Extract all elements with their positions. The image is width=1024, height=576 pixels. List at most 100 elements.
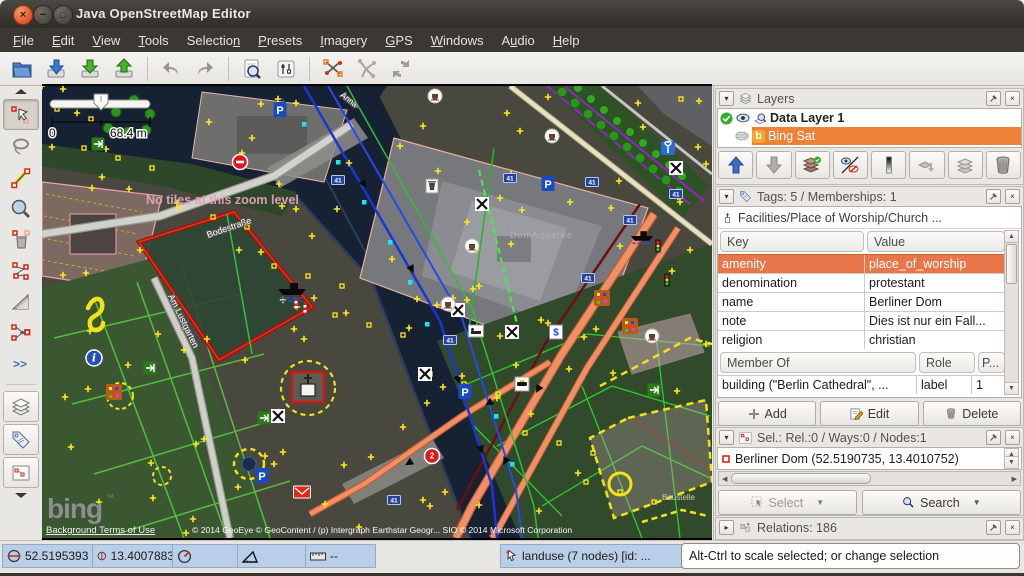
combine-way-button[interactable]	[352, 55, 382, 83]
layer-visibility-button[interactable]	[833, 151, 868, 179]
split-way-button[interactable]	[318, 55, 348, 83]
tag-row[interactable]: nameBerliner Dom	[718, 292, 1007, 311]
menu-presets[interactable]: Presets	[249, 31, 311, 50]
selection-spinner[interactable]: ▲ ▼	[1004, 448, 1019, 469]
tags-vertical-scrollbar[interactable]: ▲ ▼	[1004, 230, 1019, 395]
berliner-dom-marker[interactable]	[292, 372, 324, 402]
scroll-left-arrow[interactable]: ◀	[719, 475, 730, 483]
stick-panel-icon[interactable]	[986, 189, 1001, 204]
menu-edit[interactable]: Edit	[43, 31, 83, 50]
download-osm-data-button[interactable]	[41, 55, 71, 83]
tag-row[interactable]: amenityplace_of_worship	[718, 254, 1007, 273]
key-column-header[interactable]: Key	[720, 231, 864, 252]
close-panel-icon[interactable]: ×	[1005, 189, 1020, 204]
membership-row[interactable]: building ("Berlin Cathedral", ... label …	[718, 375, 1007, 394]
menu-windows[interactable]: Windows	[422, 31, 493, 50]
visible-eye-icon[interactable]	[736, 113, 750, 123]
selection-actions: Select ▼ Search ▼	[716, 487, 1023, 518]
minimize-button[interactable]: −	[33, 5, 53, 25]
scroll-down-arrow[interactable]: ▼	[1005, 382, 1018, 394]
add-tag-button[interactable]: Add	[718, 401, 816, 426]
close-panel-icon[interactable]: ×	[1005, 430, 1020, 445]
layer-row-bing[interactable]: b Bing Sat	[718, 127, 1021, 145]
stick-panel-icon[interactable]	[986, 430, 1001, 445]
selection-list-item[interactable]: Berliner Dom (52.5190735, 13.4010752)	[718, 448, 1007, 469]
layers-toggle-button[interactable]	[3, 391, 39, 422]
hidden-eye-icon[interactable]	[735, 131, 749, 141]
edit-tag-button[interactable]: Edit	[820, 401, 918, 426]
redo-button[interactable]	[190, 55, 220, 83]
menu-selection[interactable]: Selection	[178, 31, 249, 50]
role-column-header[interactable]: Role	[919, 352, 975, 373]
imagery-attribution: © 2014 GeoEye © GeoContent / (p) Intergr…	[192, 525, 572, 535]
preferences-button[interactable]	[271, 55, 301, 83]
menu-tools[interactable]: Tools	[129, 31, 177, 50]
refresh-button[interactable]	[386, 55, 416, 83]
layer-move-down-button[interactable]	[756, 151, 791, 179]
position-column-header[interactable]: P...	[978, 352, 1005, 373]
layer-row-data[interactable]: Data Layer 1	[718, 109, 1021, 127]
collapse-layers-button[interactable]: ▾	[719, 91, 734, 106]
tag-row[interactable]: denominationprotestant	[718, 273, 1007, 292]
layer-opacity-button[interactable]	[871, 151, 906, 179]
collapse-selection-button[interactable]: ▾	[719, 430, 734, 445]
menu-audio[interactable]: Audio	[492, 31, 543, 50]
preset-link[interactable]: Facilities/Place of Worship/Church ...	[718, 207, 1021, 229]
menu-gps[interactable]: GPS	[376, 31, 421, 50]
undo-button[interactable]	[156, 55, 186, 83]
layer-merge-button[interactable]	[909, 151, 944, 179]
unglue-button[interactable]	[4, 256, 38, 285]
svg-text:41: 41	[672, 191, 680, 198]
more-tools-button[interactable]: >>	[4, 349, 38, 378]
map-canvas[interactable]: P P P P	[42, 84, 712, 540]
layer-delete-button[interactable]	[986, 151, 1021, 179]
stick-panel-icon[interactable]	[986, 91, 1001, 106]
menu-view[interactable]: View	[83, 31, 129, 50]
scroll-right-arrow[interactable]: ▶	[1009, 475, 1020, 483]
longitude-icon	[97, 549, 107, 563]
zoom-button[interactable]	[4, 194, 38, 223]
menu-help[interactable]: Help	[544, 31, 589, 50]
dropdown-arrow-icon[interactable]: ▼	[816, 498, 824, 507]
scrollbar-thumb[interactable]	[731, 473, 870, 484]
selection-panel-title: Sel.: Rel.:0 / Ways:0 / Nodes:1	[757, 431, 927, 445]
close-panel-icon[interactable]: ×	[1005, 520, 1020, 535]
stick-panel-icon[interactable]	[986, 520, 1001, 535]
menu-imagery[interactable]: Imagery	[311, 31, 376, 50]
selection-hscrollbar[interactable]: ◀ ▶	[718, 471, 1021, 486]
select-button[interactable]	[3, 99, 39, 130]
layer-move-up-button[interactable]	[718, 151, 753, 179]
delete-tag-button[interactable]: Delete	[923, 401, 1021, 426]
merge-nodes-button[interactable]	[4, 318, 38, 347]
search-button[interactable]: Search ▼	[862, 490, 1021, 515]
layer-activate-button[interactable]	[795, 151, 830, 179]
member-of-column-header[interactable]: Member Of	[720, 352, 916, 373]
tags-toggle-button[interactable]	[3, 424, 39, 455]
scroll-up-arrow[interactable]: ▲	[1005, 231, 1018, 243]
collapse-tags-button[interactable]: ▾	[719, 189, 734, 204]
close-button[interactable]: ×	[13, 5, 33, 25]
layer-duplicate-button[interactable]	[948, 151, 983, 179]
terms-of-use-link[interactable]: Background Terms of Use	[46, 525, 155, 536]
expand-relations-button[interactable]: ▸	[719, 520, 734, 535]
search-presets-button[interactable]	[237, 55, 267, 83]
select-button[interactable]: Select ▼	[718, 490, 857, 515]
scrollbar-thumb[interactable]	[1006, 244, 1017, 284]
tag-row[interactable]: noteDies ist nur ein Fall...	[718, 311, 1007, 330]
dropdown-arrow-icon[interactable]: ▼	[973, 498, 981, 507]
value-column-header[interactable]: Value	[867, 231, 1005, 252]
scroll-up-button[interactable]	[4, 86, 38, 98]
draw-node-button[interactable]	[4, 163, 38, 192]
upload-button[interactable]	[109, 55, 139, 83]
tag-row[interactable]: religionchristian	[718, 330, 1007, 349]
open-button[interactable]	[7, 55, 37, 83]
close-panel-icon[interactable]: ×	[1005, 91, 1020, 106]
lasso-button[interactable]	[4, 132, 38, 161]
spin-down-arrow[interactable]: ▼	[1005, 456, 1018, 468]
scroll-down-button[interactable]	[4, 489, 38, 501]
menu-file[interactable]: File	[4, 31, 43, 50]
download-button[interactable]	[75, 55, 105, 83]
angle-ruler-button[interactable]	[4, 287, 38, 316]
delete-node-button[interactable]	[4, 225, 38, 254]
maximize-button[interactable]: ▢	[53, 5, 73, 25]
